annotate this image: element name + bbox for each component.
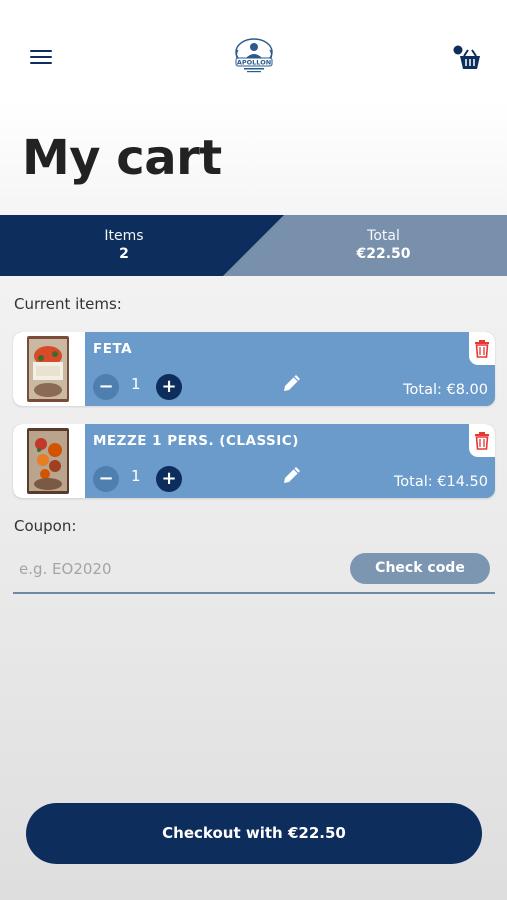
- item-thumbnail: [13, 332, 85, 406]
- check-code-button[interactable]: Check code: [350, 553, 490, 584]
- increase-quantity-button[interactable]: +: [156, 466, 182, 492]
- total-label: Total: [367, 228, 400, 244]
- cart-item: FETA − 1 + Total: €8.00: [13, 332, 495, 406]
- summary-items: Items 2: [0, 228, 248, 262]
- total-value: €22.50: [356, 246, 411, 262]
- pencil-icon[interactable]: [281, 372, 303, 394]
- trash-icon: [475, 340, 489, 358]
- hamburger-menu-icon[interactable]: [30, 50, 52, 66]
- item-total: Total: €8.00: [403, 382, 488, 398]
- cart-summary: Items 2 Total €22.50: [0, 215, 507, 276]
- top-bar: APOLLON: [0, 0, 507, 104]
- page-title: My cart: [22, 130, 222, 186]
- increase-quantity-button[interactable]: +: [156, 374, 182, 400]
- pencil-icon[interactable]: [281, 464, 303, 486]
- coupon-underline: [13, 592, 495, 594]
- item-name: MEZZE 1 PERS. (CLASSIC): [93, 433, 299, 449]
- current-items-label: Current items:: [14, 295, 122, 313]
- decrease-quantity-button[interactable]: −: [93, 466, 119, 492]
- basket-icon[interactable]: [450, 44, 484, 72]
- delete-item-button[interactable]: [469, 332, 495, 365]
- items-count: 2: [119, 246, 129, 262]
- item-quantity: 1: [131, 375, 141, 393]
- item-thumbnail: [13, 424, 85, 498]
- checkout-button[interactable]: Checkout with €22.50: [26, 803, 482, 864]
- delete-item-button[interactable]: [469, 424, 495, 457]
- coupon-label: Coupon:: [14, 517, 77, 535]
- summary-total: Total €22.50: [260, 228, 507, 262]
- decrease-quantity-button[interactable]: −: [93, 374, 119, 400]
- cart-item: MEZZE 1 PERS. (CLASSIC) − 1 + Total: €14…: [13, 424, 495, 498]
- item-total: Total: €14.50: [393, 474, 488, 490]
- item-name: FETA: [93, 341, 133, 357]
- svg-text:APOLLON: APOLLON: [237, 59, 271, 67]
- items-label: Items: [104, 228, 144, 244]
- apollon-logo[interactable]: APOLLON: [230, 36, 278, 76]
- item-quantity: 1: [131, 467, 141, 485]
- trash-icon: [475, 432, 489, 450]
- coupon-input[interactable]: [13, 552, 343, 586]
